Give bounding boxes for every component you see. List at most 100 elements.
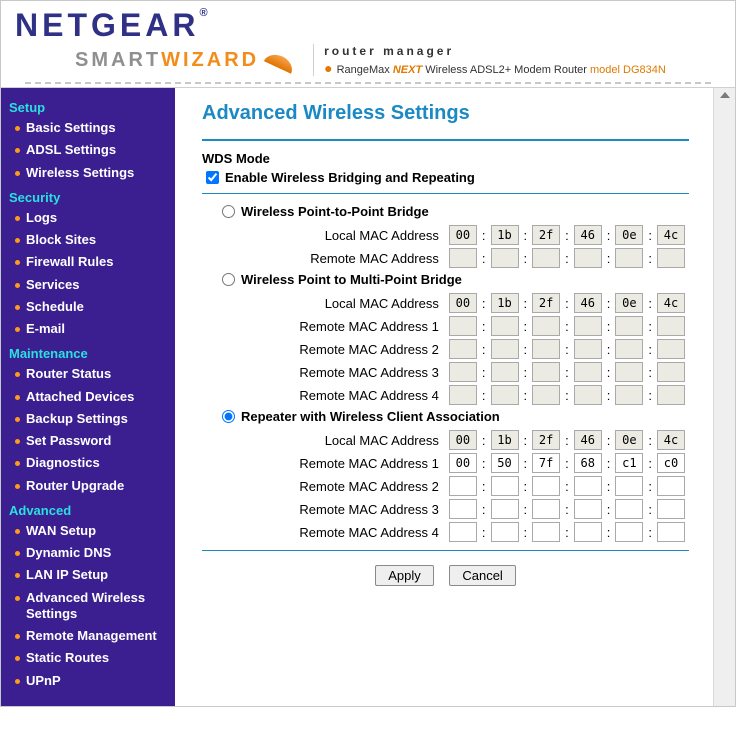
sidebar-item[interactable]: LAN IP Setup: [9, 564, 167, 586]
sidebar-link[interactable]: Services: [26, 277, 80, 293]
mac-fields: :::::: [449, 362, 685, 382]
mac-octet-input[interactable]: [657, 522, 685, 542]
sidebar-item[interactable]: WAN Setup: [9, 520, 167, 542]
enable-bridging-checkbox[interactable]: [206, 171, 219, 184]
sidebar-link[interactable]: ADSL Settings: [26, 142, 116, 158]
colon-separator: :: [607, 525, 611, 540]
sidebar-item[interactable]: Set Password: [9, 430, 167, 452]
sidebar-item[interactable]: Basic Settings: [9, 117, 167, 139]
mac-octet-input[interactable]: [491, 499, 519, 519]
sidebar-item[interactable]: Logs: [9, 207, 167, 229]
mac-octet-input: [574, 225, 602, 245]
mac-label: Remote MAC Address 2: [274, 479, 449, 494]
bottom-divider: [202, 550, 689, 551]
cancel-button[interactable]: Cancel: [449, 565, 515, 586]
sidebar-section-security: Security: [9, 190, 167, 205]
mac-octet-input: [532, 362, 560, 382]
sidebar-item[interactable]: E-mail: [9, 318, 167, 340]
mode-radio-ptmp[interactable]: [222, 273, 235, 286]
sidebar-item[interactable]: Firewall Rules: [9, 251, 167, 273]
sidebar-link[interactable]: Block Sites: [26, 232, 96, 248]
mac-octet-input[interactable]: [657, 499, 685, 519]
mac-octet-input[interactable]: [657, 453, 685, 473]
mac-row: Remote MAC Address 3:::::: [222, 499, 685, 519]
mac-octet-input[interactable]: [532, 453, 560, 473]
mac-octet-input[interactable]: [615, 522, 643, 542]
title-divider: [202, 139, 689, 141]
mac-octet-input[interactable]: [532, 522, 560, 542]
sidebar-link[interactable]: WAN Setup: [26, 523, 96, 539]
sidebar-link[interactable]: Schedule: [26, 299, 84, 315]
mac-octet-input[interactable]: [574, 522, 602, 542]
mac-octet-input[interactable]: [574, 499, 602, 519]
mac-octet-input[interactable]: [449, 453, 477, 473]
sidebar-item[interactable]: Advanced Wireless Settings: [9, 587, 167, 626]
sidebar-link[interactable]: Wireless Settings: [26, 165, 134, 181]
sidebar-item[interactable]: Attached Devices: [9, 386, 167, 408]
sidebar-item[interactable]: Block Sites: [9, 229, 167, 251]
mac-row: Local MAC Address:::::: [222, 293, 685, 313]
mac-octet-input[interactable]: [657, 476, 685, 496]
sidebar-link[interactable]: Router Status: [26, 366, 111, 382]
colon-separator: :: [565, 388, 569, 403]
mac-octet-input[interactable]: [449, 499, 477, 519]
mac-octet-input[interactable]: [491, 476, 519, 496]
mac-octet-input[interactable]: [491, 522, 519, 542]
mode-radio-rep[interactable]: [222, 410, 235, 423]
sidebar-link[interactable]: Logs: [26, 210, 57, 226]
mac-label: Remote MAC Address 3: [274, 502, 449, 517]
colon-separator: :: [648, 342, 652, 357]
bullet-icon: [15, 327, 20, 332]
mac-octet-input[interactable]: [574, 476, 602, 496]
mac-octet-input[interactable]: [615, 499, 643, 519]
apply-button[interactable]: Apply: [375, 565, 434, 586]
bullet-icon: [15, 372, 20, 377]
sidebar-item[interactable]: Wireless Settings: [9, 162, 167, 184]
mac-octet-input[interactable]: [574, 453, 602, 473]
bullet-icon: [15, 573, 20, 578]
sidebar-item[interactable]: Schedule: [9, 296, 167, 318]
mode-radio-ptp[interactable]: [222, 205, 235, 218]
sidebar-item[interactable]: Router Upgrade: [9, 475, 167, 497]
colon-separator: :: [524, 456, 528, 471]
sidebar-item[interactable]: Services: [9, 274, 167, 296]
bullet-icon: [15, 484, 20, 489]
mac-octet-input[interactable]: [615, 476, 643, 496]
sidebar-link[interactable]: Router Upgrade: [26, 478, 124, 494]
mac-octet-input[interactable]: [491, 453, 519, 473]
sidebar-link[interactable]: Backup Settings: [26, 411, 128, 427]
mac-octet-input[interactable]: [449, 522, 477, 542]
sidebar-item[interactable]: UPnP: [9, 670, 167, 692]
sidebar-link[interactable]: UPnP: [26, 673, 61, 689]
sidebar-item[interactable]: Static Routes: [9, 647, 167, 669]
mac-octet-input: [491, 339, 519, 359]
sidebar-item[interactable]: Backup Settings: [9, 408, 167, 430]
sidebar-link[interactable]: Remote Management: [26, 628, 157, 644]
sidebar-link[interactable]: Set Password: [26, 433, 111, 449]
sidebar-item[interactable]: ADSL Settings: [9, 139, 167, 161]
sidebar-item[interactable]: Router Status: [9, 363, 167, 385]
mac-octet-input[interactable]: [449, 476, 477, 496]
mac-octet-input[interactable]: [532, 476, 560, 496]
scroll-up-icon[interactable]: [720, 92, 730, 98]
sidebar-link[interactable]: Diagnostics: [26, 455, 100, 471]
sidebar-item[interactable]: Dynamic DNS: [9, 542, 167, 564]
mac-octet-input: [532, 339, 560, 359]
sidebar-link[interactable]: LAN IP Setup: [26, 567, 108, 583]
sidebar-link[interactable]: Static Routes: [26, 650, 109, 666]
sidebar-link[interactable]: Advanced Wireless Settings: [26, 590, 167, 623]
sidebar-link[interactable]: Firewall Rules: [26, 254, 113, 270]
sidebar-item[interactable]: Diagnostics: [9, 452, 167, 474]
mac-octet-input: [615, 430, 643, 450]
mac-octet-input[interactable]: [615, 453, 643, 473]
sidebar-link[interactable]: Attached Devices: [26, 389, 134, 405]
colon-separator: :: [565, 479, 569, 494]
colon-separator: :: [524, 388, 528, 403]
sidebar-link[interactable]: E-mail: [26, 321, 65, 337]
sidebar-item[interactable]: Remote Management: [9, 625, 167, 647]
scrollbar[interactable]: [713, 88, 735, 706]
sidebar-link[interactable]: Basic Settings: [26, 120, 116, 136]
mac-octet-input[interactable]: [532, 499, 560, 519]
sidebar-section-setup: Setup: [9, 100, 167, 115]
sidebar-link[interactable]: Dynamic DNS: [26, 545, 111, 561]
